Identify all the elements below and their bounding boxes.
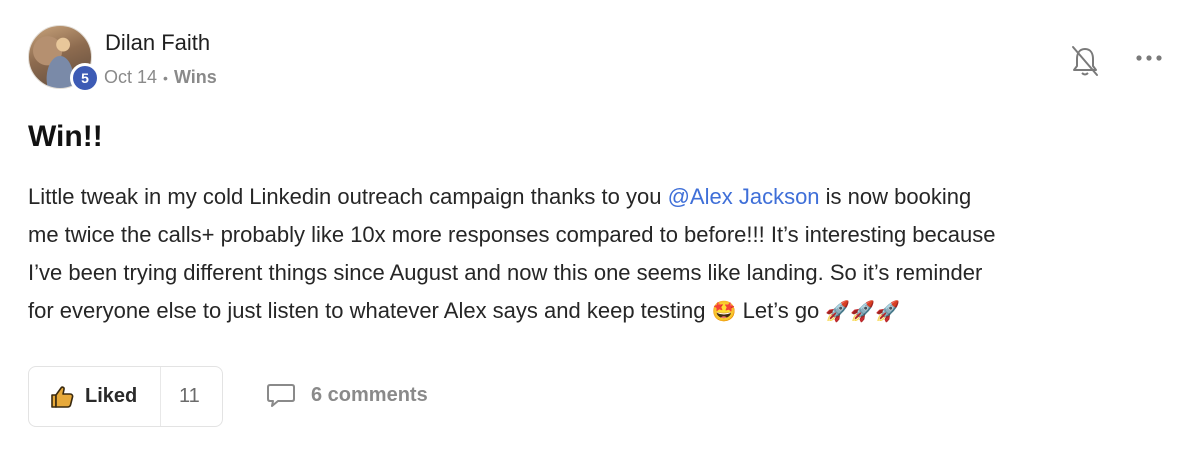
- post-date[interactable]: Oct 14: [104, 67, 157, 88]
- comment-bubble-icon: [267, 384, 295, 407]
- body-text: Little tweak in my cold Linkedin outreac…: [28, 184, 668, 209]
- post-category[interactable]: Wins: [174, 67, 217, 88]
- comments-label: 6 comments: [311, 383, 428, 406]
- author-name[interactable]: Dilan Faith: [105, 30, 210, 56]
- post-body: Little tweak in my cold Linkedin outreac…: [28, 178, 1178, 330]
- like-count[interactable]: 11: [161, 385, 200, 408]
- rocket-emojis: 🚀🚀🚀: [825, 299, 901, 323]
- more-horizontal-icon[interactable]: [1133, 50, 1165, 66]
- like-control: Liked 11: [28, 366, 223, 427]
- meta-separator: •: [163, 69, 168, 86]
- body-text: Let’s go: [736, 298, 826, 323]
- body-text: is now booking: [819, 184, 972, 209]
- like-button[interactable]: Liked: [29, 367, 161, 426]
- post-body-line: I’ve been trying different things since …: [28, 260, 983, 285]
- bell-off-icon[interactable]: [1070, 44, 1100, 78]
- author-avatar-wrap[interactable]: 5: [28, 25, 100, 93]
- post-body-line: Little tweak in my cold Linkedin outreac…: [28, 178, 1178, 216]
- like-label: Liked: [85, 385, 138, 407]
- post-body-line: for everyone else to just listen to what…: [28, 292, 1178, 330]
- post-card: 5 Dilan Faith Oct 14 • Wins Win!! Little…: [0, 0, 1200, 453]
- thumbs-up-icon: [51, 385, 74, 408]
- level-badge: 5: [70, 63, 100, 93]
- post-title: Win!!: [28, 120, 103, 153]
- comments-button[interactable]: 6 comments: [265, 381, 428, 409]
- user-mention-link[interactable]: @Alex Jackson: [668, 184, 820, 209]
- body-text: for everyone else to just listen to what…: [28, 298, 712, 323]
- post-body-line: me twice the calls+ probably like 10x mo…: [28, 222, 996, 247]
- post-meta: Oct 14 • Wins: [104, 67, 217, 88]
- star-struck-emoji: 🤩: [711, 299, 737, 323]
